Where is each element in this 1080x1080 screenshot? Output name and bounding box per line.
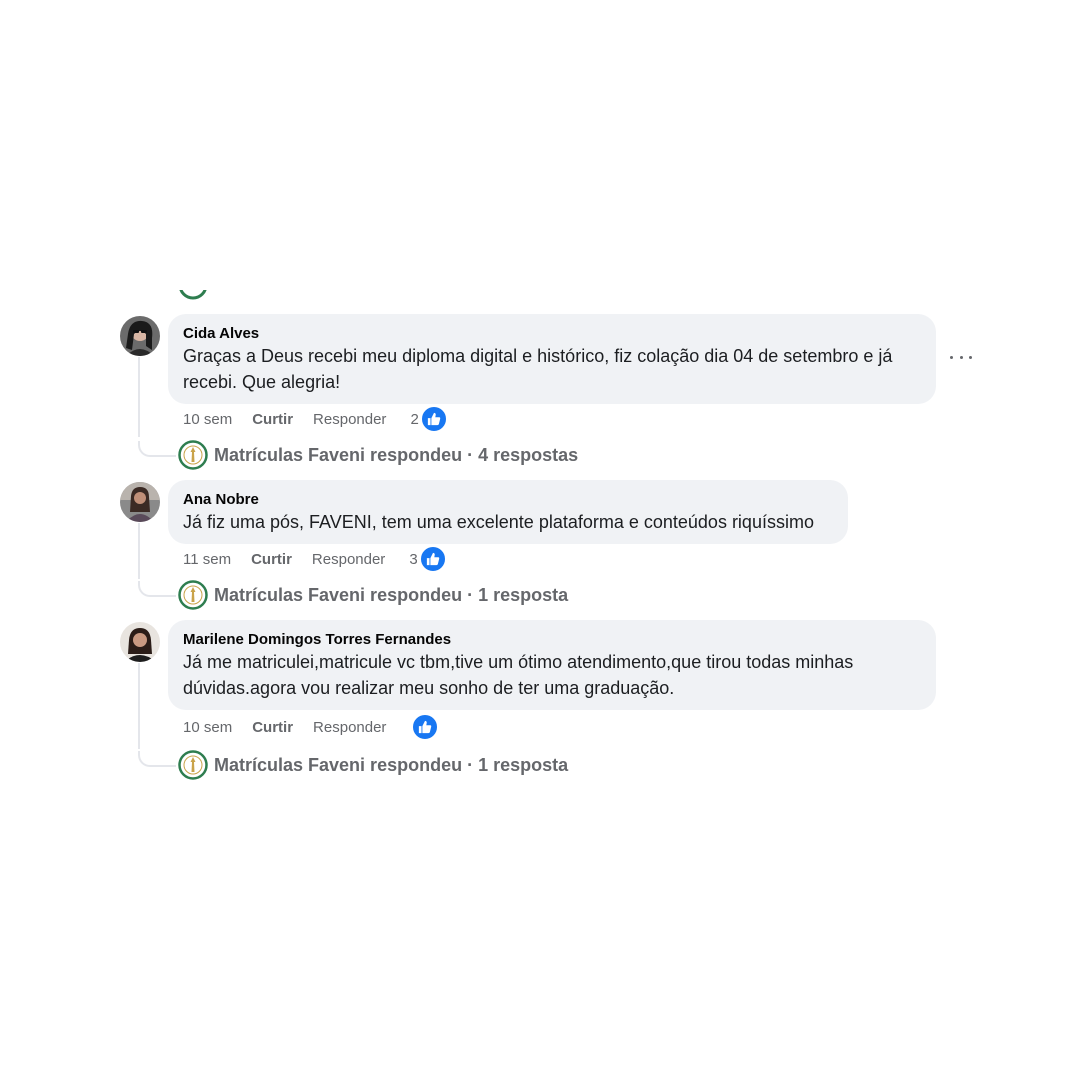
thread-connector (138, 751, 176, 767)
dot-icon (969, 355, 972, 359)
comment-actions: 11 sem Curtir Responder 3 (183, 546, 446, 572)
page-logo-icon (178, 580, 208, 610)
thread-line (138, 357, 140, 437)
comment-timestamp[interactable]: 11 sem (183, 551, 231, 568)
avatar-photo (120, 482, 160, 522)
comment-author[interactable]: Ana Nobre (183, 491, 833, 509)
comment-timestamp[interactable]: 10 sem (183, 411, 232, 428)
thread-line (138, 523, 140, 579)
comments-section: Cida Alves Graças a Deus recebi meu dipl… (0, 0, 1080, 1080)
comment-text: Já me matriculei,matricule vc tbm,tive u… (183, 652, 854, 698)
replies-summary[interactable]: Matrículas Faveni respondeu · 1 resposta (214, 755, 568, 776)
thumbs-up-icon[interactable] (412, 714, 439, 740)
view-replies-link[interactable]: Matrículas Faveni respondeu · 1 resposta (178, 750, 568, 780)
comment-actions: 10 sem Curtir Responder 2 (183, 406, 447, 432)
comment-text: Graças a Deus recebi meu diploma digital… (183, 346, 893, 392)
like-button[interactable]: Curtir (252, 719, 293, 736)
comment-text: Já fiz uma pós, FAVENI, tem uma excelent… (183, 512, 814, 532)
thread-line (138, 663, 140, 749)
dot-icon (959, 355, 963, 359)
view-replies-link[interactable]: Matrículas Faveni respondeu · 4 resposta… (178, 440, 578, 470)
avatar[interactable] (120, 622, 160, 662)
comment-timestamp[interactable]: 10 sem (183, 719, 232, 736)
reaction-count[interactable]: 2 (410, 411, 418, 428)
comment-author[interactable]: Cida Alves (183, 325, 921, 343)
thread-connector (138, 581, 176, 597)
page-logo-icon (178, 750, 208, 780)
reaction-count[interactable]: 3 (409, 551, 417, 568)
reply-button[interactable]: Responder (313, 411, 386, 428)
replies-summary[interactable]: Matrículas Faveni respondeu · 4 resposta… (214, 445, 578, 466)
avatar-photo (120, 316, 160, 356)
reply-button[interactable]: Responder (312, 551, 385, 568)
comment-author[interactable]: Marilene Domingos Torres Fernandes (183, 631, 921, 649)
thread-connector (138, 441, 176, 457)
avatar[interactable] (120, 316, 160, 356)
view-replies-link[interactable]: Matrículas Faveni respondeu · 1 resposta (178, 580, 568, 610)
previous-reply-row-clipped (178, 290, 578, 300)
page-logo-icon (178, 440, 208, 470)
dot-icon (950, 355, 953, 359)
like-button[interactable]: Curtir (251, 551, 292, 568)
comment-actions: 10 sem Curtir Responder (183, 714, 439, 740)
comment-bubble: Cida Alves Graças a Deus recebi meu dipl… (168, 314, 936, 404)
thumbs-up-icon[interactable] (420, 406, 447, 432)
replies-summary[interactable]: Matrículas Faveni respondeu · 1 resposta (214, 585, 568, 606)
like-button[interactable]: Curtir (252, 411, 293, 428)
avatar[interactable] (120, 482, 160, 522)
thumbs-up-icon[interactable] (419, 546, 446, 572)
reply-button[interactable]: Responder (313, 719, 386, 736)
avatar-photo (120, 622, 160, 662)
more-options-button[interactable] (950, 348, 972, 366)
page-logo-icon (179, 290, 207, 300)
comment-bubble: Ana Nobre Já fiz uma pós, FAVENI, tem um… (168, 480, 848, 544)
comment-bubble: Marilene Domingos Torres Fernandes Já me… (168, 620, 936, 710)
